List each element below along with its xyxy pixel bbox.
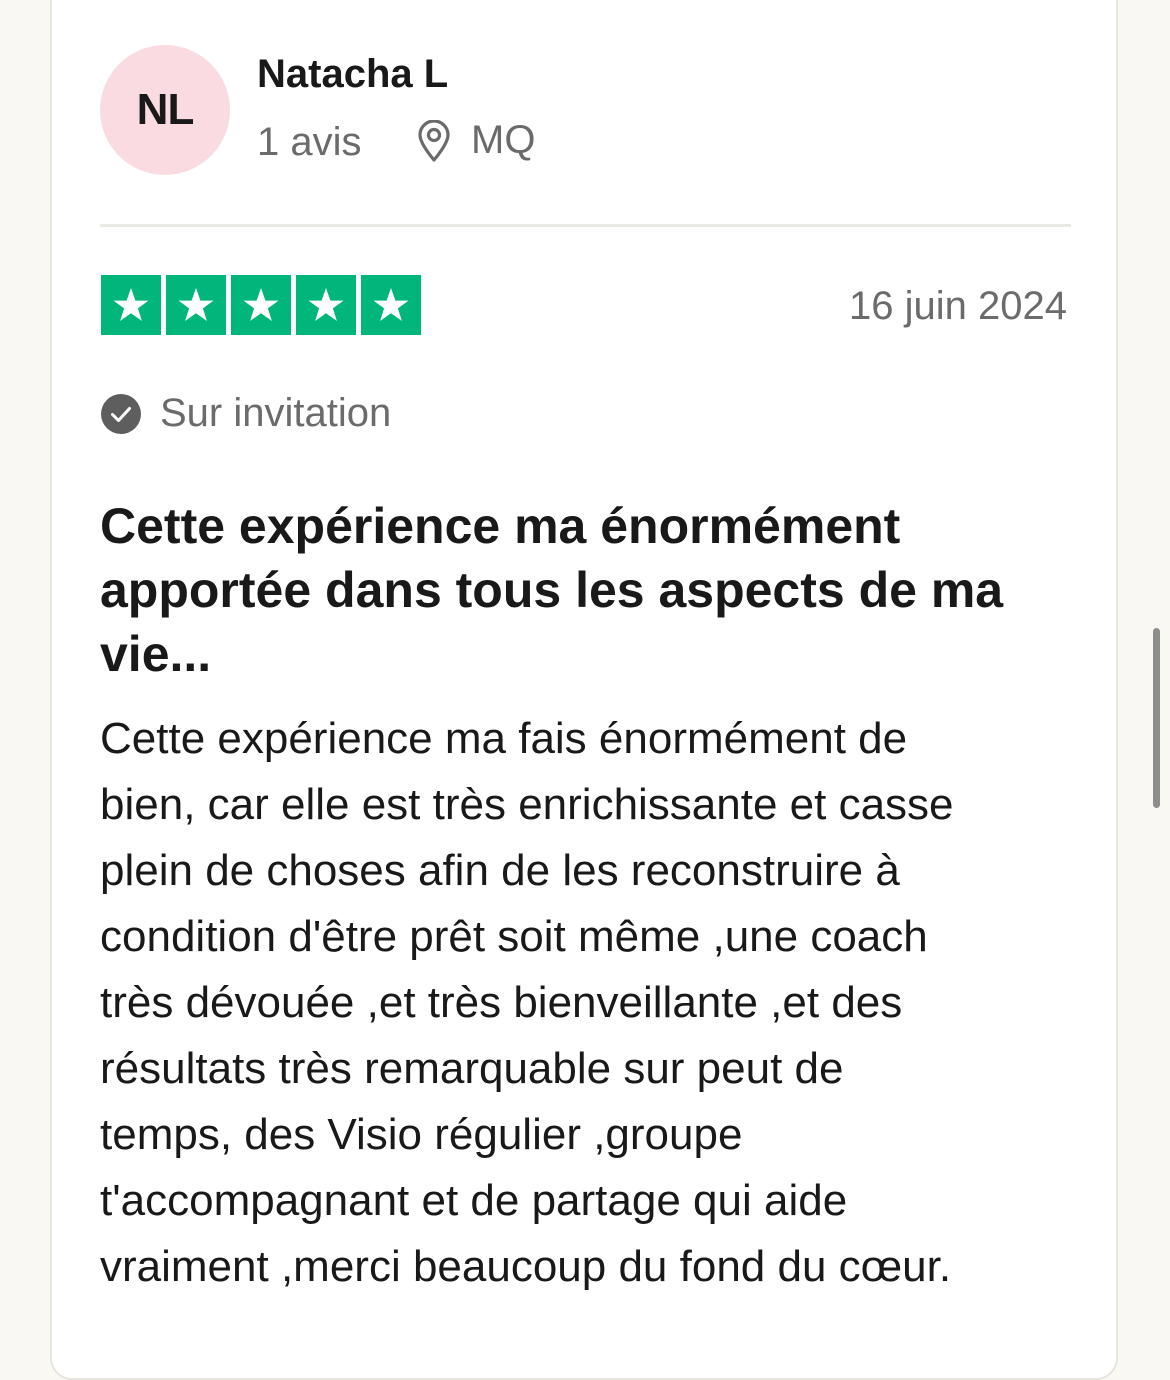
review-date: 16 juin 2024: [849, 284, 1067, 328]
check-circle-icon: [100, 393, 142, 435]
star-icon: [296, 275, 356, 335]
review-count: 1 avis: [257, 120, 362, 164]
location-pin-icon: [415, 119, 453, 162]
star-icon: [231, 275, 291, 335]
review-title[interactable]: Cette expérience ma énormément apportée …: [100, 494, 1090, 686]
star-icon: [101, 275, 161, 335]
review-body-line: résultats très remarquable sur peut de: [100, 1044, 844, 1093]
reviewer-location: MQ: [415, 118, 535, 163]
review-body-line: très dévouée ,et très bienveillante ,et …: [100, 978, 903, 1027]
review-body-line: bien, car elle est très enrichissante et…: [100, 780, 954, 829]
divider: [100, 224, 1071, 227]
review-body-line: t'accompagnant et de partage qui aide: [100, 1176, 848, 1225]
scrollbar-thumb[interactable]: [1153, 628, 1160, 808]
review-body-line: condition d'être prêt soit même ,une coa…: [100, 912, 928, 961]
review-body-line: vraiment ,merci beaucoup du fond du cœur…: [100, 1242, 952, 1291]
star-icon: [361, 275, 421, 335]
avatar[interactable]: NL: [100, 45, 230, 175]
review-title-line: Cette expérience ma énormément: [100, 498, 901, 554]
location-label: MQ: [471, 118, 536, 162]
review-title-line: vie...: [100, 626, 212, 682]
star-rating: [101, 275, 421, 335]
review-body-line: Cette expérience ma fais énormément de: [100, 714, 908, 763]
verification-label: Sur invitation: [160, 391, 392, 435]
reviewer-name[interactable]: Natacha L: [257, 52, 448, 97]
verification-badge[interactable]: Sur invitation: [100, 391, 391, 436]
review-body-line: plein de choses afin de les reconstruire…: [100, 846, 900, 895]
review-body-line: temps, des Visio régulier ,groupe: [100, 1110, 743, 1159]
review-body: Cette expérience ma fais énormément de b…: [100, 706, 1090, 1300]
review-title-line: apportée dans tous les aspects de ma: [100, 562, 1004, 618]
star-icon: [166, 275, 226, 335]
